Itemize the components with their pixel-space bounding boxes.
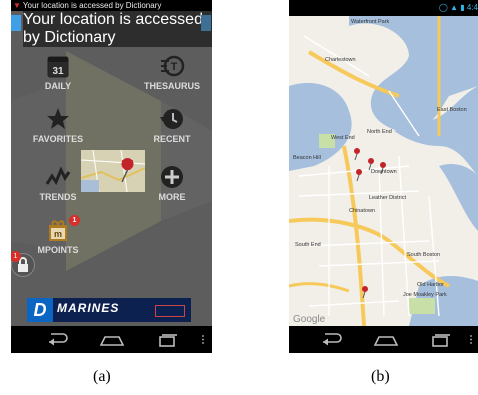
- app-trends[interactable]: TRENDS: [23, 164, 93, 202]
- label-east-boston: East Boston: [437, 107, 467, 113]
- status-bar-b: ◯ ▲ ▮ 4:4: [289, 0, 478, 16]
- thesaurus-icon: T: [161, 55, 185, 77]
- back-icon: [323, 333, 342, 346]
- navigation-bar-b: [289, 326, 478, 353]
- app-label-daily: DAILY: [44, 81, 72, 91]
- app-label-favorites: FAVORITES: [32, 134, 84, 144]
- gift-icon: m: [49, 220, 67, 241]
- lock-float-button[interactable]: 1: [11, 251, 35, 277]
- location-pin-icon: ▼: [13, 1, 21, 10]
- history-icon: [160, 109, 183, 129]
- app-daily[interactable]: 31 DAILY: [23, 53, 93, 91]
- label-leather-district: Leather District: [369, 195, 406, 201]
- mpoints-glyph: m: [54, 229, 62, 239]
- plus-icon: [161, 166, 183, 188]
- caption-b: (b): [371, 368, 390, 385]
- label-north-end: North End: [367, 129, 392, 135]
- app-icon-right[interactable]: [201, 15, 211, 31]
- label-downtown: Downtown: [371, 169, 397, 175]
- phone-screen-a: ▼ Your location is accessed by Dictionary…: [11, 0, 212, 353]
- app-label-more: MORE: [158, 192, 186, 202]
- label-beacon-hill: Beacon Hill: [293, 155, 321, 161]
- label-chinatown: Chinatown: [349, 208, 375, 214]
- dictionary-logo-icon: D: [27, 298, 53, 322]
- nav-buttons: [49, 333, 204, 347]
- ad-banner[interactable]: D MARINES: [27, 298, 191, 322]
- map-view[interactable]: Waterfront Park Charlestown East Boston …: [289, 16, 478, 327]
- app-icon-left: [11, 15, 21, 31]
- moakley-park: [409, 298, 435, 314]
- app-label-thesaurus: THESAURUS: [143, 81, 200, 91]
- label-south-end: South End: [295, 242, 321, 248]
- app-label-recent: RECENT: [153, 134, 191, 144]
- ad-text: MARINES: [57, 301, 120, 315]
- caption-a: (a): [93, 368, 111, 385]
- navigation-bar: [11, 326, 212, 353]
- label-waterfront-park: Waterfront Park: [351, 19, 390, 25]
- label-charlestown: Charlestown: [325, 57, 356, 63]
- mpoints-badge: 1: [69, 215, 80, 226]
- boston-map[interactable]: Waterfront Park Charlestown East Boston …: [289, 16, 478, 327]
- status-notification-text: Your location is accessed by Dictionary: [22, 1, 162, 10]
- label-old-harbor: Old Harbor: [417, 282, 444, 288]
- home-icon: [373, 336, 399, 346]
- menu-dots-icon: [470, 335, 472, 344]
- calendar-icon: 31: [47, 56, 69, 78]
- star-icon: [47, 108, 69, 129]
- nav-buttons-b: [323, 333, 472, 347]
- trends-icon: [45, 166, 71, 186]
- app-mpoints[interactable]: m MPOINTS 1: [23, 215, 93, 255]
- status-icons: ◯ ▲ ▮: [438, 3, 465, 12]
- app-recent[interactable]: RECENT: [137, 106, 207, 144]
- recents-icon: [159, 334, 177, 347]
- label-west-end: West End: [331, 135, 355, 141]
- label-moakley-park: Joe Moakley Park: [403, 292, 447, 298]
- app-favorites[interactable]: FAVORITES: [23, 106, 93, 144]
- phone-screen-b: ◯ ▲ ▮ 4:4 Waterfront Park Charlestown Ea…: [289, 0, 478, 353]
- app-thesaurus[interactable]: T THESAURUS: [137, 53, 207, 91]
- home-icon: [99, 336, 125, 346]
- label-south-boston: South Boston: [407, 252, 440, 258]
- app-more[interactable]: MORE: [137, 164, 207, 202]
- ad-button[interactable]: [155, 305, 185, 317]
- menu-dots-icon: [202, 335, 204, 344]
- recents-icon: [432, 334, 450, 347]
- status-time: 4:4: [466, 3, 478, 12]
- app-home-grid: 31 DAILY T THESAURUS FAVORITES RECENT TR…: [11, 11, 212, 326]
- calendar-day: 31: [52, 66, 64, 77]
- back-icon: [49, 333, 68, 346]
- location-access-message: Your location is accessed by Dictionary: [23, 11, 212, 47]
- app-label-trends: TRENDS: [39, 192, 77, 202]
- status-bar: ▼ Your location is accessed by Dictionary: [11, 0, 212, 11]
- google-watermark: Google: [293, 314, 326, 325]
- app-label-mpoints: MPOINTS: [37, 245, 79, 255]
- thesaurus-glyph: T: [171, 61, 178, 73]
